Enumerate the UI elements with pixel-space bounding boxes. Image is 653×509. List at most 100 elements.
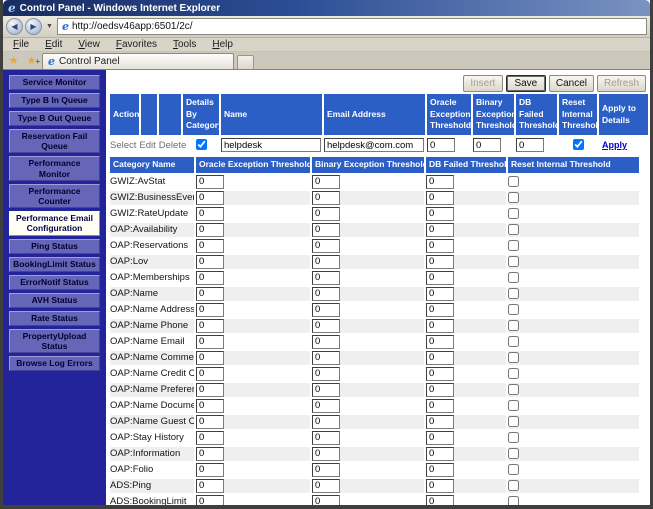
- db-failed-threshold-input[interactable]: [426, 303, 454, 317]
- insert-button[interactable]: Insert: [463, 75, 503, 92]
- back-button[interactable]: ◀: [6, 18, 23, 35]
- menu-item-file[interactable]: File: [5, 39, 37, 50]
- reset-internal-threshold-checkbox[interactable]: [508, 448, 519, 459]
- binary-exception-threshold-input[interactable]: [312, 191, 340, 205]
- oracle-exception-threshold-input[interactable]: [196, 207, 224, 221]
- db-failed-threshold-input[interactable]: [426, 175, 454, 189]
- reset-internal-threshold-checkbox[interactable]: [508, 272, 519, 283]
- oracle-exception-threshold-input[interactable]: [196, 367, 224, 381]
- menu-item-favorites[interactable]: Favorites: [108, 39, 165, 50]
- db-failed-threshold-input[interactable]: [426, 367, 454, 381]
- db-failed-threshold-input[interactable]: [426, 223, 454, 237]
- menu-item-edit[interactable]: Edit: [37, 39, 70, 50]
- binary-exception-threshold-input[interactable]: [312, 239, 340, 253]
- oracle-exception-threshold-input[interactable]: [427, 138, 455, 152]
- sidebar-item-type-b-out-queue[interactable]: Type B Out Queue: [9, 111, 100, 126]
- oracle-exception-threshold-input[interactable]: [196, 303, 224, 317]
- history-dropdown-icon[interactable]: ▼: [44, 23, 55, 30]
- oracle-exception-threshold-input[interactable]: [196, 223, 224, 237]
- binary-exception-threshold-input[interactable]: [312, 351, 340, 365]
- details-by-category-checkbox[interactable]: [196, 139, 207, 150]
- db-failed-threshold-input[interactable]: [426, 351, 454, 365]
- sidebar-item-avh-status[interactable]: AVH Status: [9, 293, 100, 308]
- db-failed-threshold-input[interactable]: [426, 191, 454, 205]
- reset-internal-threshold-checkbox[interactable]: [508, 192, 519, 203]
- menu-item-view[interactable]: View: [70, 39, 108, 50]
- sidebar-item-service-monitor[interactable]: Service Monitor: [9, 75, 100, 90]
- oracle-exception-threshold-input[interactable]: [196, 495, 224, 505]
- db-failed-threshold-input[interactable]: [426, 287, 454, 301]
- name-input[interactable]: [221, 138, 321, 152]
- binary-exception-threshold-input[interactable]: [312, 415, 340, 429]
- edit-link[interactable]: Edit: [139, 140, 155, 151]
- binary-exception-threshold-input[interactable]: [312, 479, 340, 493]
- db-failed-threshold-input[interactable]: [426, 271, 454, 285]
- oracle-exception-threshold-input[interactable]: [196, 399, 224, 413]
- db-failed-threshold-input[interactable]: [426, 495, 454, 505]
- sidebar-item-performance-email-configuration[interactable]: Performance Email Configuration: [9, 211, 100, 235]
- oracle-exception-threshold-input[interactable]: [196, 255, 224, 269]
- binary-exception-threshold-input[interactable]: [312, 431, 340, 445]
- oracle-exception-threshold-input[interactable]: [196, 351, 224, 365]
- reset-internal-threshold-checkbox[interactable]: [508, 352, 519, 363]
- oracle-exception-threshold-input[interactable]: [196, 479, 224, 493]
- sidebar-item-bookinglimit-status[interactable]: BookingLimit Status: [9, 257, 100, 272]
- sidebar-item-rate-status[interactable]: Rate Status: [9, 311, 100, 326]
- oracle-exception-threshold-input[interactable]: [196, 239, 224, 253]
- binary-exception-threshold-input[interactable]: [312, 367, 340, 381]
- apply-link[interactable]: Apply: [599, 140, 627, 150]
- binary-exception-threshold-input[interactable]: [312, 495, 340, 505]
- binary-exception-threshold-input[interactable]: [312, 463, 340, 477]
- sidebar-item-errornotif-status[interactable]: ErrorNotif Status: [9, 275, 100, 290]
- delete-link[interactable]: Delete: [159, 140, 186, 151]
- binary-exception-threshold-input[interactable]: [312, 447, 340, 461]
- reset-internal-threshold-checkbox[interactable]: [508, 240, 519, 251]
- oracle-exception-threshold-input[interactable]: [196, 287, 224, 301]
- cancel-button[interactable]: Cancel: [549, 75, 594, 92]
- save-button[interactable]: Save: [506, 75, 546, 92]
- reset-internal-threshold-checkbox[interactable]: [508, 416, 519, 427]
- db-failed-threshold-input[interactable]: [426, 383, 454, 397]
- reset-internal-threshold-checkbox[interactable]: [508, 176, 519, 187]
- sidebar-item-propertyupload-status[interactable]: PropertyUpload Status: [9, 329, 100, 353]
- sidebar-item-reservation-fail-queue[interactable]: Reservation Fail Queue: [9, 129, 100, 153]
- binary-exception-threshold-input[interactable]: [312, 207, 340, 221]
- binary-exception-threshold-input[interactable]: [312, 271, 340, 285]
- binary-exception-threshold-input[interactable]: [312, 319, 340, 333]
- db-failed-threshold-input[interactable]: [426, 255, 454, 269]
- db-failed-threshold-input[interactable]: [426, 431, 454, 445]
- binary-exception-threshold-input[interactable]: [312, 399, 340, 413]
- db-failed-threshold-input[interactable]: [426, 463, 454, 477]
- reset-internal-threshold-checkbox[interactable]: [508, 336, 519, 347]
- reset-internal-threshold-checkbox[interactable]: [508, 304, 519, 315]
- db-failed-threshold-input[interactable]: [426, 319, 454, 333]
- reset-internal-threshold-checkbox[interactable]: [508, 432, 519, 443]
- reset-internal-threshold-checkbox[interactable]: [508, 320, 519, 331]
- sidebar-item-browse-log-errors[interactable]: Browse Log Errors: [9, 356, 100, 371]
- sidebar-item-performance-counter[interactable]: Performance Counter: [9, 184, 100, 208]
- db-failed-threshold-input[interactable]: [426, 447, 454, 461]
- binary-exception-threshold-input[interactable]: [312, 287, 340, 301]
- new-tab-button[interactable]: [237, 55, 254, 69]
- sidebar-item-type-b-in-queue[interactable]: Type B In Queue: [9, 93, 100, 108]
- tab-control-panel[interactable]: e Control Panel: [42, 53, 234, 69]
- favorites-star-icon[interactable]: ★: [6, 54, 21, 69]
- binary-exception-threshold-input[interactable]: [312, 175, 340, 189]
- oracle-exception-threshold-input[interactable]: [196, 335, 224, 349]
- sidebar-item-ping-status[interactable]: Ping Status: [9, 239, 100, 254]
- reset-internal-threshold-checkbox[interactable]: [508, 496, 519, 505]
- oracle-exception-threshold-input[interactable]: [196, 319, 224, 333]
- db-failed-threshold-input[interactable]: [426, 239, 454, 253]
- binary-exception-threshold-input[interactable]: [312, 383, 340, 397]
- oracle-exception-threshold-input[interactable]: [196, 447, 224, 461]
- menu-item-help[interactable]: Help: [204, 39, 241, 50]
- oracle-exception-threshold-input[interactable]: [196, 431, 224, 445]
- binary-exception-threshold-input[interactable]: [312, 303, 340, 317]
- reset-internal-threshold-checkbox[interactable]: [508, 384, 519, 395]
- reset-internal-threshold-checkbox[interactable]: [508, 400, 519, 411]
- db-failed-threshold-input[interactable]: [426, 207, 454, 221]
- oracle-exception-threshold-input[interactable]: [196, 463, 224, 477]
- address-bar[interactable]: e http://oedsv46app:6501/2c/: [57, 18, 647, 35]
- db-failed-threshold-input[interactable]: [426, 415, 454, 429]
- oracle-exception-threshold-input[interactable]: [196, 383, 224, 397]
